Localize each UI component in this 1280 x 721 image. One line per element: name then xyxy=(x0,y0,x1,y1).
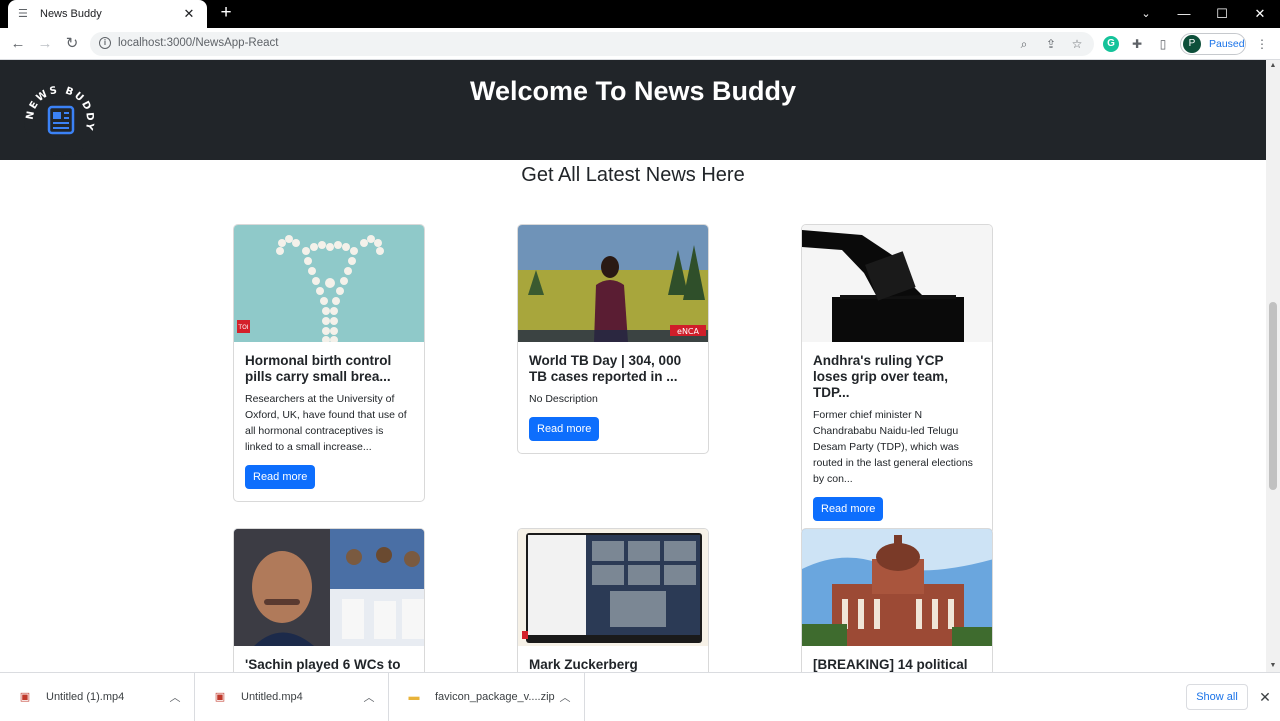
scroll-down-icon[interactable]: ▼ xyxy=(1266,660,1280,672)
address-bar[interactable]: i localhost:3000/NewsApp-React ⌕ ⇪ ☆ xyxy=(90,32,1094,56)
card-title: [BREAKING] 14 political xyxy=(813,657,968,672)
browser-tab[interactable]: ☰ News Buddy ✕ xyxy=(8,0,207,28)
news-card: Mark Zuckerberg xyxy=(517,528,709,672)
tab-title: News Buddy xyxy=(40,8,102,20)
download-filename: Untitled (1).mp4 xyxy=(46,691,125,703)
site-header: NEWS BUDDY Welcome To News Buddy xyxy=(0,60,1266,160)
page-scrollbar[interactable]: ▲ ▼ xyxy=(1266,60,1280,672)
video-file-icon: ▣ xyxy=(19,691,31,703)
download-item[interactable]: ▬ favicon_package_v....zip ︿ xyxy=(389,673,585,721)
browser-toolbar: ← → ↻ i localhost:3000/NewsApp-React ⌕ ⇪… xyxy=(0,28,1280,60)
extensions-puzzle-icon[interactable]: ✚ xyxy=(1129,36,1145,52)
zoom-icon[interactable]: ⌕ xyxy=(1016,36,1032,52)
news-image-birth-control: TOI xyxy=(234,225,424,342)
card-title: World TB Day | 304, 000 TB cases reporte… xyxy=(529,353,682,384)
news-card: TOI Hormonal birth control pills carry s… xyxy=(233,224,425,502)
page-subtitle: Get All Latest News Here xyxy=(521,164,745,186)
news-favicon-icon: ☰ xyxy=(18,8,28,20)
chevron-up-icon[interactable]: ︿ xyxy=(556,689,574,705)
new-tab-icon[interactable]: + xyxy=(216,3,236,23)
bookmark-star-icon[interactable]: ☆ xyxy=(1069,36,1085,52)
page-title: Welcome To News Buddy xyxy=(469,76,797,106)
card-title: Mark Zuckerberg xyxy=(529,657,638,672)
news-image-ballot-box xyxy=(802,225,992,342)
card-title: Andhra's ruling YCP loses grip over team… xyxy=(813,353,949,400)
svg-text:eNCA: eNCA xyxy=(677,327,699,336)
news-image-video-call xyxy=(518,529,708,646)
scroll-thumb[interactable] xyxy=(1269,302,1277,490)
grammarly-extension-icon[interactable]: G xyxy=(1103,36,1119,52)
download-shelf: ▣ Untitled (1).mp4 ︿ ▣ Untitled.mp4 ︿ ▬ … xyxy=(0,672,1280,721)
profile-status: Paused xyxy=(1209,38,1245,50)
read-more-button[interactable]: Read more xyxy=(245,465,316,489)
zip-folder-icon: ▬ xyxy=(408,691,420,703)
chevron-up-icon[interactable]: ︿ xyxy=(360,689,378,705)
svg-text:TOI: TOI xyxy=(237,324,248,331)
download-filename: Untitled.mp4 xyxy=(241,691,303,703)
maximize-icon[interactable]: ☐ xyxy=(1203,0,1241,28)
close-shelf-icon[interactable]: ✕ xyxy=(1256,688,1274,706)
window-close-icon[interactable]: ✕ xyxy=(1241,0,1279,28)
news-image-cricket xyxy=(234,529,424,646)
url-text: localhost:3000/NewsApp-React xyxy=(118,37,279,49)
share-icon[interactable]: ⇪ xyxy=(1043,36,1059,52)
video-file-icon: ▣ xyxy=(214,691,226,703)
scroll-up-icon[interactable]: ▲ xyxy=(1266,60,1280,72)
profile-button[interactable]: P Paused xyxy=(1180,33,1246,55)
news-card: 'Sachin played 6 WCs to xyxy=(233,528,425,672)
side-panel-icon[interactable]: ▯ xyxy=(1155,36,1171,52)
menu-kebab-icon[interactable]: ⋮ xyxy=(1254,36,1270,52)
download-item[interactable]: ▣ Untitled.mp4 ︿ xyxy=(195,673,389,721)
news-card: eNCA World TB Day | 304, 000 TB cases re… xyxy=(517,224,709,454)
page-viewport: NEWS BUDDY Welcome To News Buddy Get All… xyxy=(0,60,1266,672)
download-filename: favicon_package_v....zip xyxy=(435,691,555,703)
read-more-button[interactable]: Read more xyxy=(529,417,600,441)
news-image-supreme-court xyxy=(802,529,992,646)
card-title: 'Sachin played 6 WCs to xyxy=(245,657,401,672)
reload-icon[interactable]: ↻ xyxy=(61,33,83,55)
avatar: P xyxy=(1183,35,1201,53)
card-description: Researchers at the University of Oxford,… xyxy=(245,393,407,453)
tab-strip: ☰ News Buddy ✕ + ⌄ — ☐ ✕ xyxy=(0,0,1280,28)
back-icon[interactable]: ← xyxy=(7,33,29,55)
tab-search-chevron-icon[interactable]: ⌄ xyxy=(1127,0,1165,28)
news-card: Andhra's ruling YCP loses grip over team… xyxy=(801,224,993,534)
card-description: Former chief minister N Chandrababu Naid… xyxy=(813,409,973,485)
card-description: No Description xyxy=(529,393,598,405)
read-more-button[interactable]: Read more xyxy=(813,497,884,521)
card-title: Hormonal birth control pills carry small… xyxy=(245,353,392,384)
close-tab-icon[interactable]: ✕ xyxy=(181,6,197,22)
minimize-icon[interactable]: — xyxy=(1165,0,1203,28)
forward-icon[interactable]: → xyxy=(34,33,56,55)
news-image-tb-day: eNCA xyxy=(518,225,708,342)
download-item[interactable]: ▣ Untitled (1).mp4 ︿ xyxy=(0,673,195,721)
chevron-up-icon[interactable]: ︿ xyxy=(166,689,184,705)
site-info-icon[interactable]: i xyxy=(99,37,111,49)
show-all-button[interactable]: Show all xyxy=(1186,684,1248,710)
news-card: [BREAKING] 14 political xyxy=(801,528,993,672)
